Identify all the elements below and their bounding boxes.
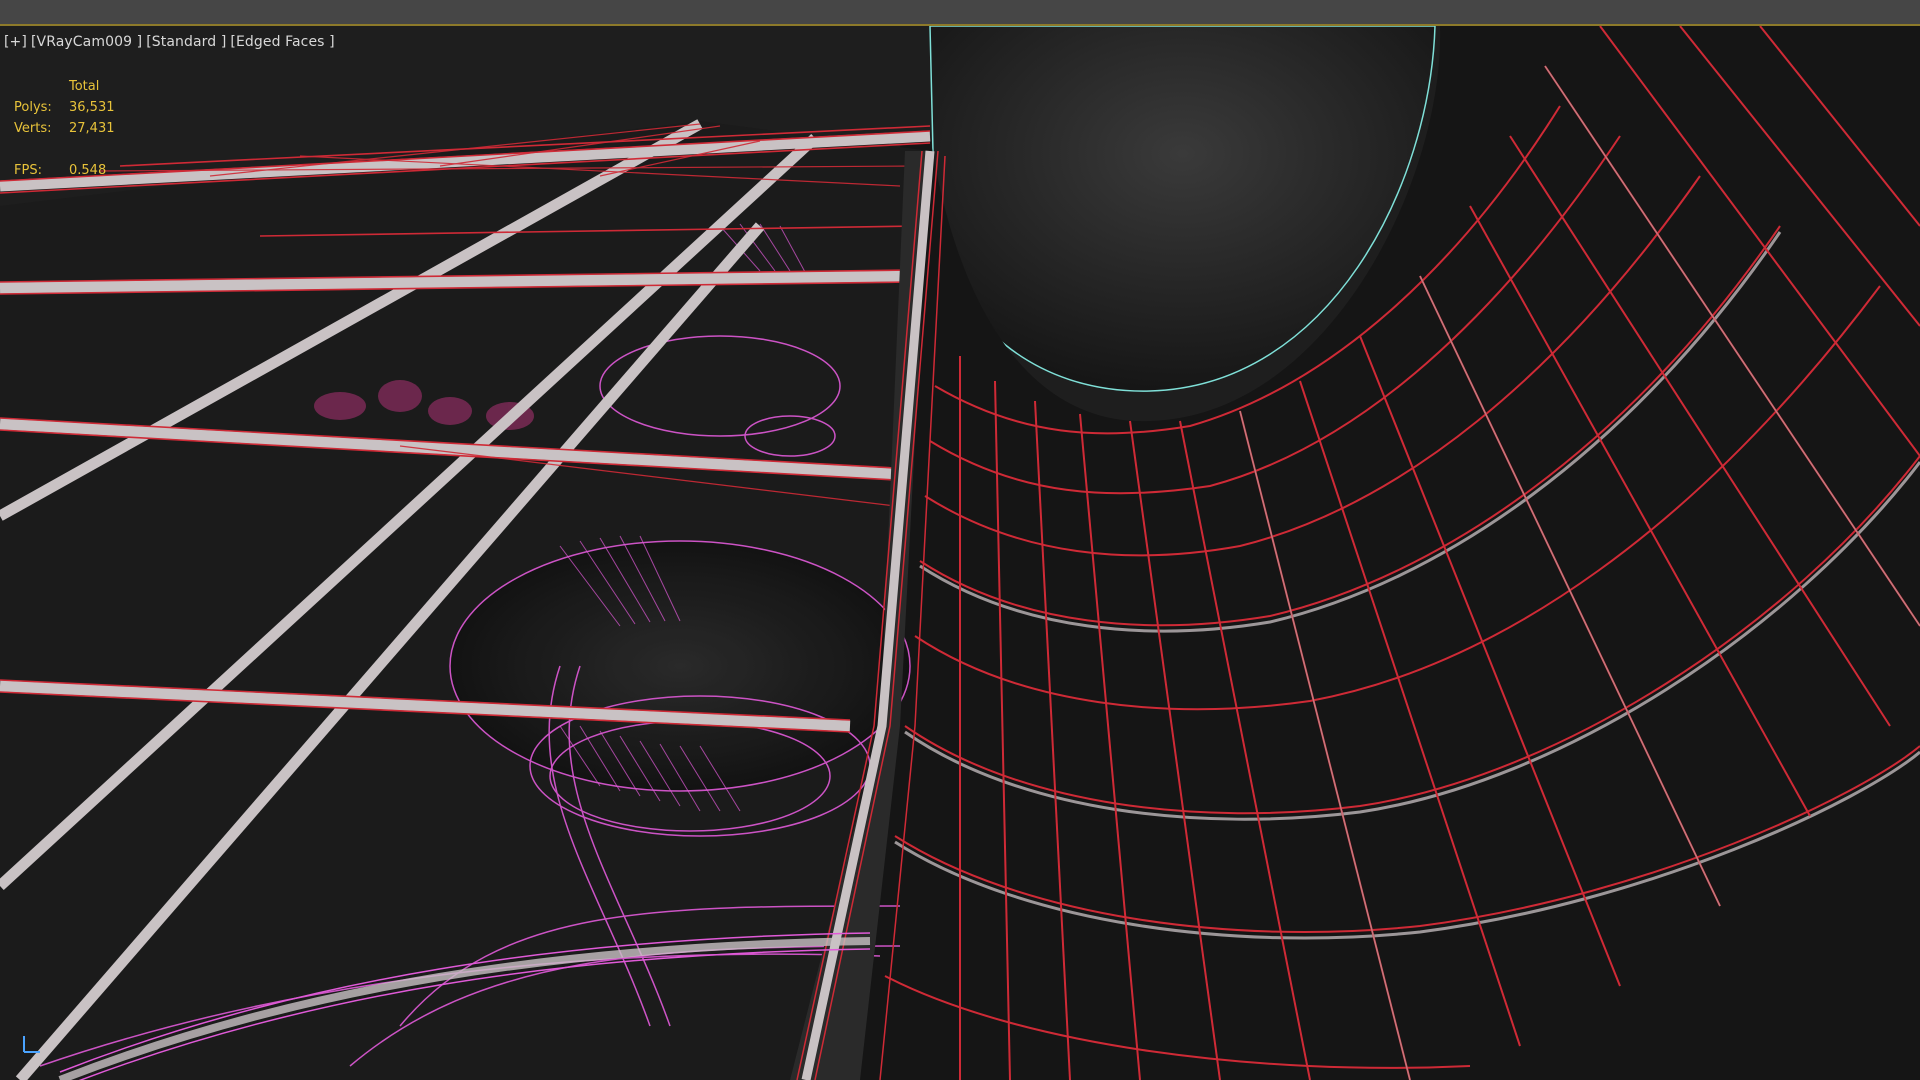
viewport-plus-menu[interactable]: [+] [2,34,29,50]
viewport-top-bar [0,0,1920,26]
stats-header: Total [69,79,100,94]
scene-wireframe[interactable] [0,26,1920,1080]
fps-value: 0.548 [69,163,107,178]
verts-label: Verts: [14,121,52,136]
polys-label: Polys: [14,100,52,115]
viewport-shading-menu[interactable]: [Standard ] [144,34,228,50]
camera-viewport[interactable]: [+] [VRayCam009 ] [Standard ] [Edged Faces … [0,26,1920,1080]
axis-gizmo-icon [23,1036,40,1053]
verts-value: 27,431 [69,121,115,136]
app-window: [+] [VRayCam009 ] [Standard ] [Edged Faces … [0,0,1920,1080]
viewport-label-menu: [+] [VRayCam009 ] [Standard ] [Edged Faces … [2,34,337,50]
viewport-display-menu[interactable]: [Edged Faces ] [228,34,336,50]
statistics-overlay: Total Polys: 36,531 Verts: 27,431 FPS: 0.54… [14,76,129,181]
fps-label: FPS: [14,163,42,178]
polys-value: 36,531 [69,100,115,115]
viewport-camera-menu[interactable]: [VRayCam009 ] [29,34,144,50]
